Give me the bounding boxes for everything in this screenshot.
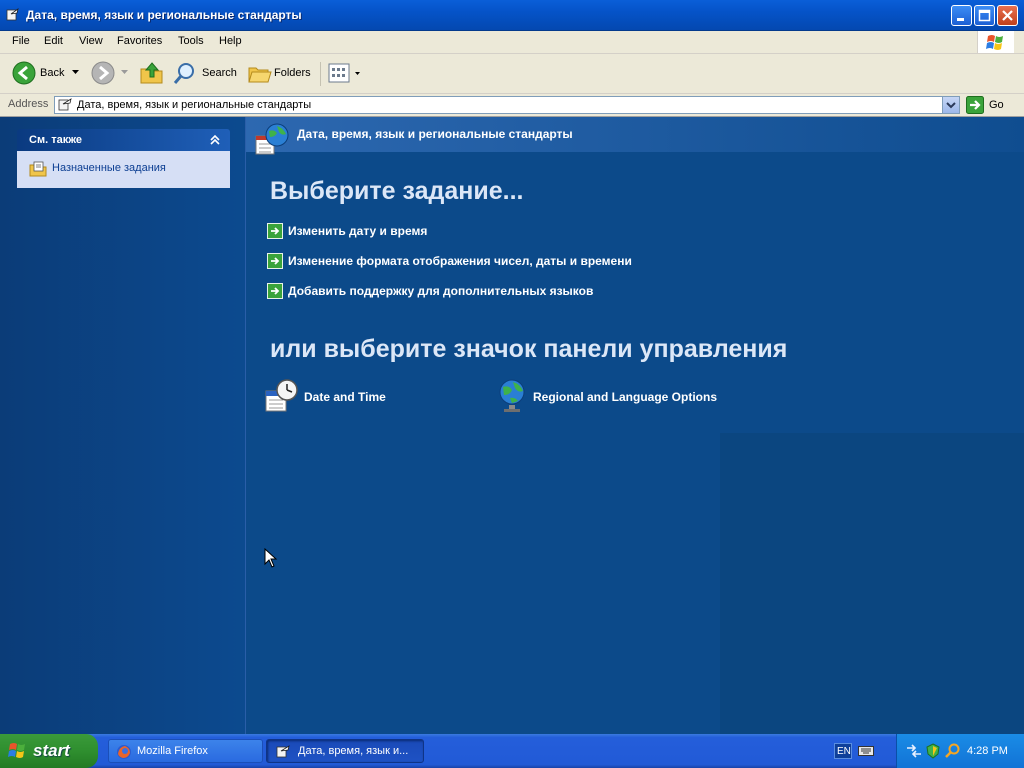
- applet-label: Date and Time: [304, 390, 386, 404]
- date-language-category-icon: [255, 123, 289, 155]
- taskbar-button-label: Mozilla Firefox: [137, 745, 208, 757]
- date-time-applet[interactable]: Date and Time: [265, 379, 395, 413]
- category-title: Дата, время, язык и региональные стандар…: [297, 127, 573, 141]
- menu-tools[interactable]: Tools: [173, 34, 209, 48]
- close-icon: [1002, 10, 1013, 21]
- sidebar-item-label: Назначенные задания: [52, 162, 166, 174]
- see-also-header[interactable]: См. также: [17, 129, 230, 151]
- task-arrow-icon: [267, 253, 283, 269]
- views-button[interactable]: [326, 60, 362, 86]
- address-input[interactable]: Дата, время, язык и региональные стандар…: [54, 96, 960, 114]
- security-shield-icon[interactable]: [925, 743, 941, 759]
- address-value: Дата, время, язык и региональные стандар…: [77, 99, 312, 111]
- firefox-icon: [117, 745, 131, 759]
- address-bar: Address Дата, время, язык и региональные…: [0, 94, 1024, 117]
- windows-flag-icon: [8, 743, 25, 758]
- address-dropdown-button[interactable]: [942, 97, 959, 113]
- chevron-down-icon[interactable]: [121, 70, 128, 75]
- see-also-title: См. также: [29, 134, 82, 146]
- menu-bar: File Edit View Favorites Tools Help: [0, 31, 1024, 54]
- chevron-down-icon: [946, 102, 956, 109]
- go-button[interactable]: Go: [966, 96, 1016, 114]
- folders-icon: [248, 67, 272, 83]
- address-label: Address: [8, 98, 49, 110]
- back-label: Back: [40, 67, 65, 79]
- search-label: Search: [202, 67, 237, 79]
- task-change-number-format[interactable]: Изменение формата отображения чисел, дат…: [267, 253, 637, 271]
- menu-view[interactable]: View: [74, 34, 108, 48]
- go-label: Go: [989, 99, 1004, 111]
- up-folder-button[interactable]: [139, 60, 165, 86]
- toolbar-separator: [320, 62, 321, 86]
- task-add-languages[interactable]: Добавить поддержку для дополнительных яз…: [267, 283, 607, 301]
- mouse-cursor-icon: [264, 548, 278, 568]
- collapse-chevron-icon[interactable]: [209, 134, 221, 146]
- start-button[interactable]: start: [0, 734, 98, 768]
- folders-button[interactable]: Folders: [246, 60, 316, 86]
- globe-icon: [499, 379, 525, 412]
- task-label: Изменение формата отображения чисел, дат…: [288, 254, 632, 268]
- close-button[interactable]: [997, 5, 1018, 26]
- title-bar[interactable]: Дата, время, язык и региональные стандар…: [0, 0, 1024, 31]
- task-arrow-icon: [267, 223, 283, 239]
- applet-label: Regional and Language Options: [533, 390, 718, 404]
- menu-file[interactable]: File: [7, 34, 35, 48]
- task-arrow-icon: [267, 283, 283, 299]
- menu-favorites[interactable]: Favorites: [112, 34, 167, 48]
- sidebar-item-scheduled-tasks[interactable]: Назначенные задания: [17, 151, 230, 188]
- task-pane: См. также Назначенные задания: [0, 117, 246, 734]
- network-icon[interactable]: [906, 744, 922, 758]
- start-label: start: [33, 741, 70, 760]
- go-arrow-icon: [966, 96, 984, 114]
- back-arrow-icon: [12, 61, 36, 85]
- minimize-icon: [957, 18, 964, 21]
- minimize-button[interactable]: [951, 5, 972, 26]
- search-button[interactable]: Search: [170, 60, 240, 86]
- category-header: Дата, время, язык и региональные стандар…: [246, 117, 1024, 155]
- toolbar: Back Search Folders: [0, 54, 1024, 94]
- language-indicator[interactable]: EN: [834, 743, 852, 759]
- up-folder-icon: [140, 62, 163, 84]
- control-panel-icon: [276, 745, 290, 758]
- search-icon[interactable]: [944, 743, 960, 759]
- chevron-down-icon: [355, 72, 360, 75]
- task-label: Изменить дату и время: [288, 224, 428, 238]
- taskbar-button-label: Дата, время, язык и...: [298, 745, 409, 757]
- taskbar: start Mozilla Firefox Дата, время, язык …: [0, 734, 1024, 768]
- menu-edit[interactable]: Edit: [39, 34, 68, 48]
- maximize-icon: [978, 9, 991, 22]
- forward-button[interactable]: [91, 60, 131, 86]
- folders-label: Folders: [274, 67, 311, 79]
- control-panel-icon: [6, 8, 19, 21]
- task-change-date-time[interactable]: Изменить дату и время: [267, 223, 437, 241]
- maximize-button[interactable]: [974, 5, 995, 26]
- see-also-body: Назначенные задания: [17, 151, 230, 188]
- task-label: Добавить поддержку для дополнительных яз…: [288, 284, 594, 298]
- menu-help[interactable]: Help: [214, 34, 247, 48]
- window-title: Дата, время, язык и региональные стандар…: [26, 8, 302, 22]
- back-button[interactable]: Back: [10, 60, 84, 86]
- search-icon: [173, 63, 194, 84]
- background-watermark: [720, 433, 1024, 734]
- regional-language-applet[interactable]: Regional and Language Options: [498, 379, 728, 413]
- language-code: EN: [837, 746, 851, 757]
- control-panel-icon: [58, 98, 72, 111]
- pick-icon-heading: или выберите значок панели управления: [270, 335, 788, 363]
- windows-logo: [977, 31, 1014, 53]
- main-content: Дата, время, язык и региональные стандар…: [246, 117, 1024, 734]
- keyboard-icon[interactable]: [858, 745, 874, 757]
- windows-flag-icon: [986, 35, 1003, 50]
- chevron-down-icon[interactable]: [72, 70, 79, 75]
- pick-task-heading: Выберите задание...: [270, 177, 524, 205]
- taskbar-button-control-panel[interactable]: Дата, время, язык и...: [266, 739, 424, 763]
- date-time-icon: [265, 379, 298, 412]
- taskbar-button-firefox[interactable]: Mozilla Firefox: [108, 739, 263, 763]
- clock[interactable]: 4:28 PM: [967, 745, 1008, 757]
- forward-arrow-icon: [91, 61, 115, 85]
- system-tray: 4:28 PM: [896, 734, 1024, 768]
- views-icon: [328, 63, 350, 83]
- scheduled-tasks-icon: [29, 161, 47, 177]
